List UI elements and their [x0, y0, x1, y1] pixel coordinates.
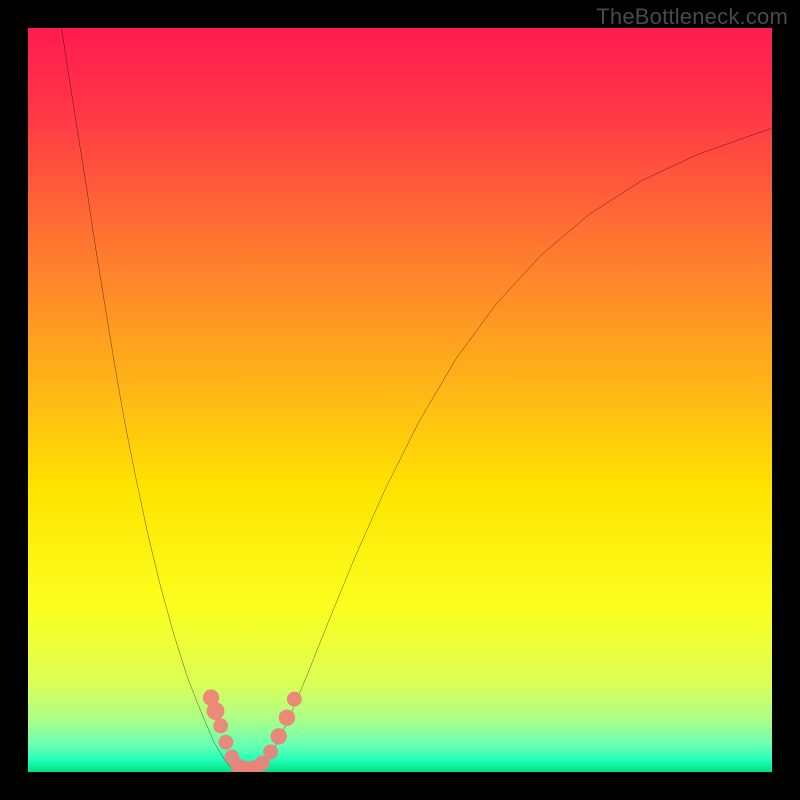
data-marker — [287, 692, 302, 707]
data-marker — [218, 735, 233, 750]
data-marker — [271, 728, 287, 744]
plot-area — [28, 28, 772, 772]
chart-frame: TheBottleneck.com — [0, 0, 800, 800]
watermark-label: TheBottleneck.com — [596, 4, 788, 30]
data-marker — [213, 718, 228, 733]
chart-svg — [28, 28, 772, 772]
data-marker — [207, 702, 225, 720]
data-marker — [279, 710, 295, 726]
gradient-background — [28, 28, 772, 772]
data-marker — [263, 744, 278, 759]
